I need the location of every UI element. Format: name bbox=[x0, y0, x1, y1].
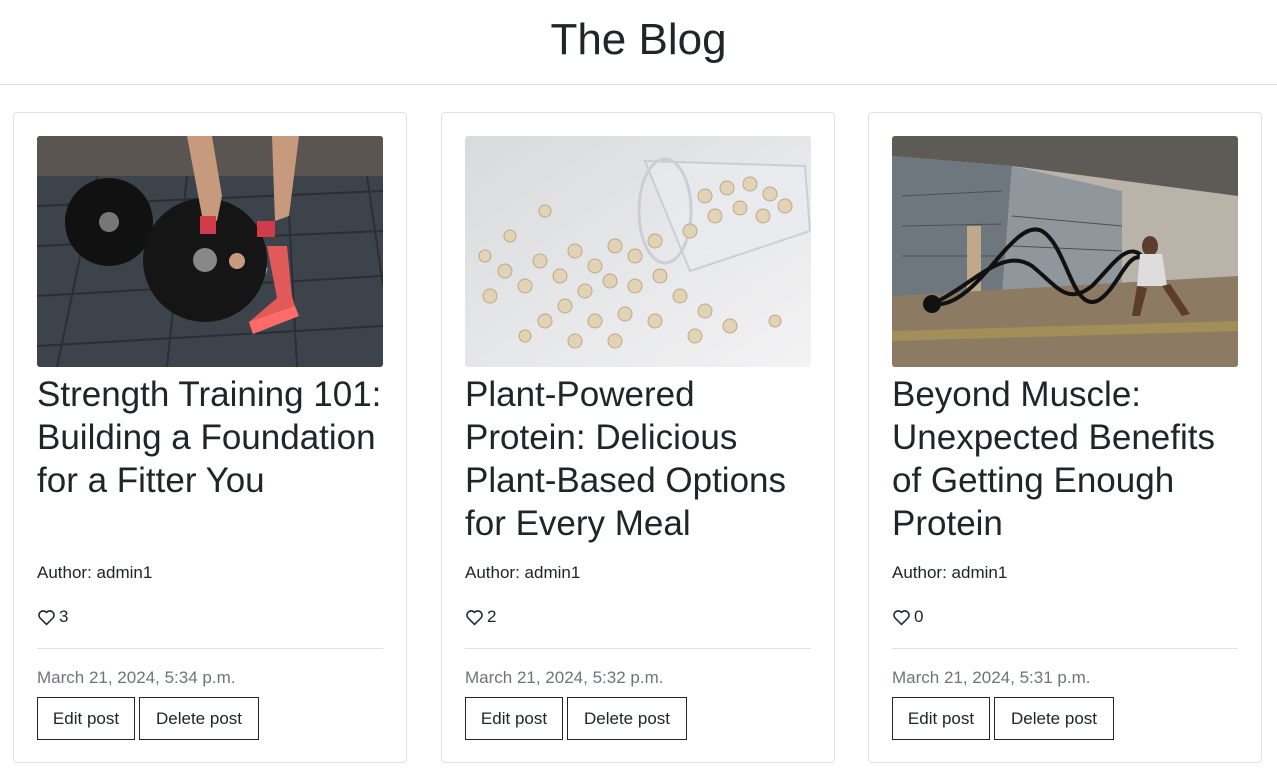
likes-value: 3 bbox=[59, 607, 69, 626]
post-author: Author: admin1 bbox=[465, 563, 581, 582]
heart-icon[interactable] bbox=[465, 609, 484, 626]
delete-post-button[interactable]: Delete post bbox=[994, 697, 1114, 740]
delete-post-button[interactable]: Delete post bbox=[567, 697, 687, 740]
likes-value: 2 bbox=[487, 607, 497, 626]
post-author: Author: admin1 bbox=[892, 563, 1008, 582]
post-card: Strength Training 101: Building a Founda… bbox=[13, 112, 407, 763]
card-divider bbox=[465, 648, 811, 649]
post-title[interactable]: Beyond Muscle: Unexpected Benefits of Ge… bbox=[892, 373, 1242, 545]
likes-count: 3 bbox=[37, 607, 68, 627]
post-card: Beyond Muscle: Unexpected Benefits of Ge… bbox=[868, 112, 1262, 763]
edit-post-button[interactable]: Edit post bbox=[37, 697, 135, 740]
card-divider bbox=[37, 648, 383, 649]
site-header: The Blog bbox=[0, 0, 1277, 85]
post-title[interactable]: Strength Training 101: Building a Founda… bbox=[37, 373, 387, 502]
card-divider bbox=[892, 648, 1238, 649]
barbell-photo-icon bbox=[37, 136, 383, 367]
post-date: March 21, 2024, 5:34 p.m. bbox=[37, 668, 236, 687]
post-author: Author: admin1 bbox=[37, 563, 153, 582]
post-image bbox=[892, 136, 1238, 367]
post-card: Plant-Powered Protein: Delicious Plant-B… bbox=[441, 112, 835, 763]
edit-post-button[interactable]: Edit post bbox=[465, 697, 563, 740]
post-image bbox=[37, 136, 383, 367]
post-title[interactable]: Plant-Powered Protein: Delicious Plant-B… bbox=[465, 373, 815, 545]
edit-post-button[interactable]: Edit post bbox=[892, 697, 990, 740]
likes-count: 0 bbox=[892, 607, 923, 627]
page-title: The Blog bbox=[550, 15, 727, 64]
delete-post-button[interactable]: Delete post bbox=[139, 697, 259, 740]
likes-count: 2 bbox=[465, 607, 496, 627]
heart-icon[interactable] bbox=[37, 609, 56, 626]
heart-icon[interactable] bbox=[892, 609, 911, 626]
post-image bbox=[465, 136, 811, 367]
likes-value: 0 bbox=[914, 607, 924, 626]
chickpeas-photo-icon bbox=[465, 136, 811, 367]
battle-ropes-photo-icon bbox=[892, 136, 1238, 367]
post-date: March 21, 2024, 5:31 p.m. bbox=[892, 668, 1091, 687]
post-date: March 21, 2024, 5:32 p.m. bbox=[465, 668, 664, 687]
